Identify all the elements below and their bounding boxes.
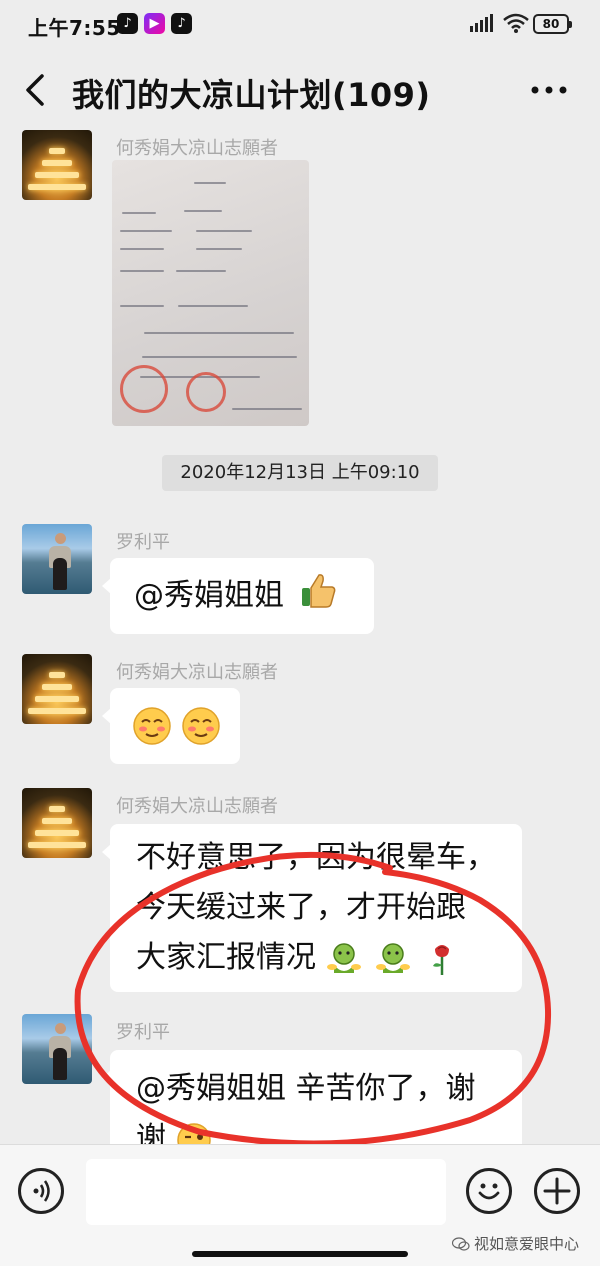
sender-name: 何秀娟大凉山志願者 bbox=[116, 662, 278, 683]
plus-icon bbox=[543, 1177, 571, 1205]
more-dots-icon bbox=[531, 86, 567, 94]
tiktok-icon: ♪ bbox=[117, 13, 138, 34]
title-bar: 我们的大凉山计划(109) bbox=[0, 52, 600, 130]
wifi-icon bbox=[503, 13, 529, 33]
video-app-icon: ▶ bbox=[144, 13, 165, 34]
battery-level: 80 bbox=[542, 17, 560, 31]
status-bar: 上午7:55 ♪ ▶ ♪ 80 bbox=[0, 0, 600, 52]
sender-name: 罗利平 bbox=[116, 532, 170, 553]
message-input[interactable] bbox=[86, 1159, 446, 1225]
home-indicator[interactable] bbox=[192, 1251, 408, 1257]
chevron-left-icon bbox=[26, 74, 44, 106]
document-photo[interactable] bbox=[112, 160, 309, 426]
thumbs-up-icon bbox=[302, 574, 336, 608]
wechat-icon bbox=[452, 1237, 470, 1251]
sender-name: 何秀娟大凉山志願者 bbox=[116, 796, 278, 817]
voice-button[interactable] bbox=[18, 1168, 64, 1214]
message-bubble[interactable] bbox=[102, 688, 240, 764]
avatar[interactable] bbox=[22, 788, 92, 858]
blush-face-icon bbox=[133, 707, 171, 745]
tiktok-icon: ♪ bbox=[171, 13, 192, 34]
message-text: @秀娟姐姐 bbox=[134, 578, 284, 613]
highlight-circle bbox=[74, 852, 552, 1144]
input-bar: 视如意爱眼中心 bbox=[0, 1144, 600, 1266]
battery-icon: 80 bbox=[533, 14, 572, 34]
more-button[interactable] bbox=[526, 72, 572, 108]
add-button[interactable] bbox=[534, 1168, 580, 1214]
back-button[interactable] bbox=[18, 70, 54, 110]
avatar[interactable] bbox=[22, 524, 92, 594]
status-time: 上午7:55 bbox=[28, 16, 121, 40]
message-bubble[interactable]: @秀娟姐姐 bbox=[102, 558, 374, 634]
chat-area[interactable]: 何秀娟大凉山志願者 2020年12月13日 上午09:10 罗利平 @秀娟姐姐 … bbox=[0, 130, 600, 1144]
watermark-text: 视如意爱眼中心 bbox=[474, 1235, 580, 1253]
voice-icon bbox=[33, 1180, 50, 1202]
smiley-icon bbox=[478, 1183, 500, 1200]
avatar[interactable] bbox=[22, 130, 92, 200]
sender-name: 何秀娟大凉山志願者 bbox=[116, 138, 278, 159]
timestamp: 2020年12月13日 上午09:10 bbox=[162, 455, 438, 491]
chat-title: 我们的大凉山计划(109) bbox=[72, 76, 431, 114]
signal-icon bbox=[470, 14, 493, 32]
blush-face-icon bbox=[182, 707, 220, 745]
emoji-button[interactable] bbox=[466, 1168, 512, 1214]
watermark: 视如意爱眼中心 bbox=[452, 1233, 579, 1254]
avatar[interactable] bbox=[22, 654, 92, 724]
